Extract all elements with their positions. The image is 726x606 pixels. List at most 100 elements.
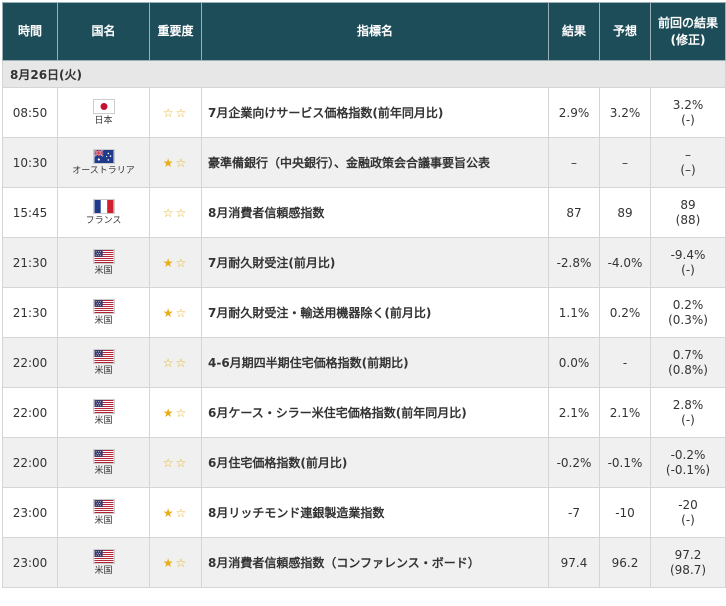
previous-cell: -9.4% (-)	[650, 237, 726, 288]
result-value: 97.4	[548, 537, 600, 588]
country-name: 米国	[94, 315, 113, 326]
country-cell: 米国	[57, 337, 150, 388]
event-time: 21:30	[2, 237, 58, 288]
country-name: 米国	[94, 465, 113, 476]
header-importance: 重要度	[149, 2, 202, 61]
star-filled-icon: ★	[162, 155, 176, 170]
country-cell: 米国	[57, 237, 150, 288]
us-flag-icon	[58, 548, 149, 564]
importance-stars: ★☆	[149, 287, 202, 338]
date-label: 8月26日(火)	[2, 60, 726, 88]
previous-cell: 0.2% (0.3%)	[650, 287, 726, 338]
japan-flag-icon	[58, 98, 149, 114]
forecast-value: -	[599, 337, 651, 388]
star-outline-icon: ☆	[175, 105, 189, 120]
event-time: 22:00	[2, 387, 58, 438]
result-value: -0.2%	[548, 437, 600, 488]
revised-value: (98.7)	[669, 562, 707, 577]
revised-value: (–)	[680, 162, 696, 177]
country-cell: フランス	[57, 187, 150, 238]
previous-value: 2.8%	[672, 397, 704, 412]
event-time: 15:45	[2, 187, 58, 238]
header-forecast: 予想	[599, 2, 651, 61]
country-name: フランス	[85, 215, 122, 226]
previous-cell: 2.8% (-)	[650, 387, 726, 438]
event-time: 10:30	[2, 137, 58, 188]
previous-cell: – (–)	[650, 137, 726, 188]
previous-cell: 0.7% (0.8%)	[650, 337, 726, 388]
indicator-link[interactable]: 7月耐久財受注(前月比)	[201, 237, 549, 288]
forecast-value: –	[599, 137, 651, 188]
star-outline-icon: ☆	[175, 155, 189, 170]
star-outline-icon: ☆	[175, 255, 189, 270]
table-row: 23:00 米国 ★☆ 8月消費者信頼感指数（コンファレンス・ボード） 97.4 96.2…	[2, 537, 726, 588]
table-row: 21:30 米国 ★☆ 7月耐久財受注・輸送用機器除く(前月比) 1.1% 0.2% 0.2…	[2, 287, 726, 338]
france-flag-icon	[58, 198, 149, 214]
indicator-link[interactable]: 4-6月期四半期住宅価格指数(前期比)	[201, 337, 549, 388]
economic-calendar-table: 時間 国名 重要度 指標名 結果 予想 前回の結果 (修正) 8月26日(火) …	[2, 2, 726, 588]
result-value: 2.1%	[548, 387, 600, 438]
previous-value: 89	[680, 197, 696, 212]
previous-cell: 97.2 (98.7)	[650, 537, 726, 588]
header-result: 結果	[548, 2, 600, 61]
star-outline-icon: ☆	[175, 355, 189, 370]
forecast-value: 2.1%	[599, 387, 651, 438]
importance-stars: ★☆	[149, 137, 202, 188]
event-time: 23:00	[2, 537, 58, 588]
header-time: 時間	[2, 2, 58, 61]
previous-value: -20	[678, 497, 698, 512]
importance-stars: ☆☆	[149, 337, 202, 388]
previous-value: 0.2%	[672, 297, 704, 312]
star-outline-icon: ☆	[162, 455, 176, 470]
revised-value: (-)	[681, 262, 695, 277]
us-flag-icon	[58, 398, 149, 414]
importance-stars: ★☆	[149, 387, 202, 438]
country-cell: 日本	[57, 87, 150, 138]
star-outline-icon: ☆	[175, 455, 189, 470]
indicator-link[interactable]: 8月リッチモンド連銀製造業指数	[201, 487, 549, 538]
header-country: 国名	[57, 2, 150, 61]
result-value: 0.0%	[548, 337, 600, 388]
country-cell: 米国	[57, 487, 150, 538]
table-row: 22:00 米国 ☆☆ 4-6月期四半期住宅価格指数(前期比) 0.0% -0.7% (0.…	[2, 337, 726, 388]
table-row: 22:00 米国 ☆☆ 6月住宅価格指数(前月比) -0.2% -0.1% -0.2% (-0…	[2, 437, 726, 488]
revised-value: (88)	[675, 212, 701, 227]
star-outline-icon: ☆	[162, 355, 176, 370]
previous-value: –	[685, 147, 691, 162]
header-row: 時間 国名 重要度 指標名 結果 予想 前回の結果 (修正)	[2, 2, 726, 61]
previous-cell: 3.2% (-)	[650, 87, 726, 138]
event-time: 23:00	[2, 487, 58, 538]
event-time: 21:30	[2, 287, 58, 338]
indicator-link[interactable]: 6月住宅価格指数(前月比)	[201, 437, 549, 488]
indicator-link[interactable]: 7月企業向けサービス価格指数(前年同月比)	[201, 87, 549, 138]
country-cell: 米国	[57, 437, 150, 488]
indicator-link[interactable]: 7月耐久財受注・輸送用機器除く(前月比)	[201, 287, 549, 338]
importance-stars: ★☆	[149, 487, 202, 538]
country-name: 米国	[94, 415, 113, 426]
importance-stars: ★☆	[149, 537, 202, 588]
previous-value: 0.7%	[672, 347, 704, 362]
indicator-link[interactable]: 8月消費者信頼感指数	[201, 187, 549, 238]
forecast-value: 0.2%	[599, 287, 651, 338]
indicator-link[interactable]: 8月消費者信頼感指数（コンファレンス・ボード）	[201, 537, 549, 588]
previous-value: -0.2%	[670, 447, 706, 462]
us-flag-icon	[58, 348, 149, 364]
revised-value: (-0.1%)	[665, 462, 711, 477]
header-previous-revised-label: (修正)	[670, 32, 706, 47]
event-time: 22:00	[2, 437, 58, 488]
importance-stars: ★☆	[149, 237, 202, 288]
economic-calendar: 時間 国名 重要度 指標名 結果 予想 前回の結果 (修正) 8月26日(火) …	[0, 0, 726, 606]
indicator-link[interactable]: 6月ケース・シラー米住宅価格指数(前年同月比)	[201, 387, 549, 438]
forecast-value: 89	[599, 187, 651, 238]
country-name: 日本	[94, 115, 113, 126]
header-previous: 前回の結果 (修正)	[650, 2, 726, 61]
importance-stars: ☆☆	[149, 187, 202, 238]
us-flag-icon	[58, 248, 149, 264]
table-row: 22:00 米国 ★☆ 6月ケース・シラー米住宅価格指数(前年同月比) 2.1% 2.1%…	[2, 387, 726, 438]
revised-value: (-)	[681, 412, 695, 427]
previous-cell: -20 (-)	[650, 487, 726, 538]
star-outline-icon: ☆	[162, 105, 176, 120]
header-previous-label: 前回の結果	[657, 15, 718, 30]
country-name: 米国	[94, 565, 113, 576]
previous-value: 97.2	[674, 547, 702, 562]
